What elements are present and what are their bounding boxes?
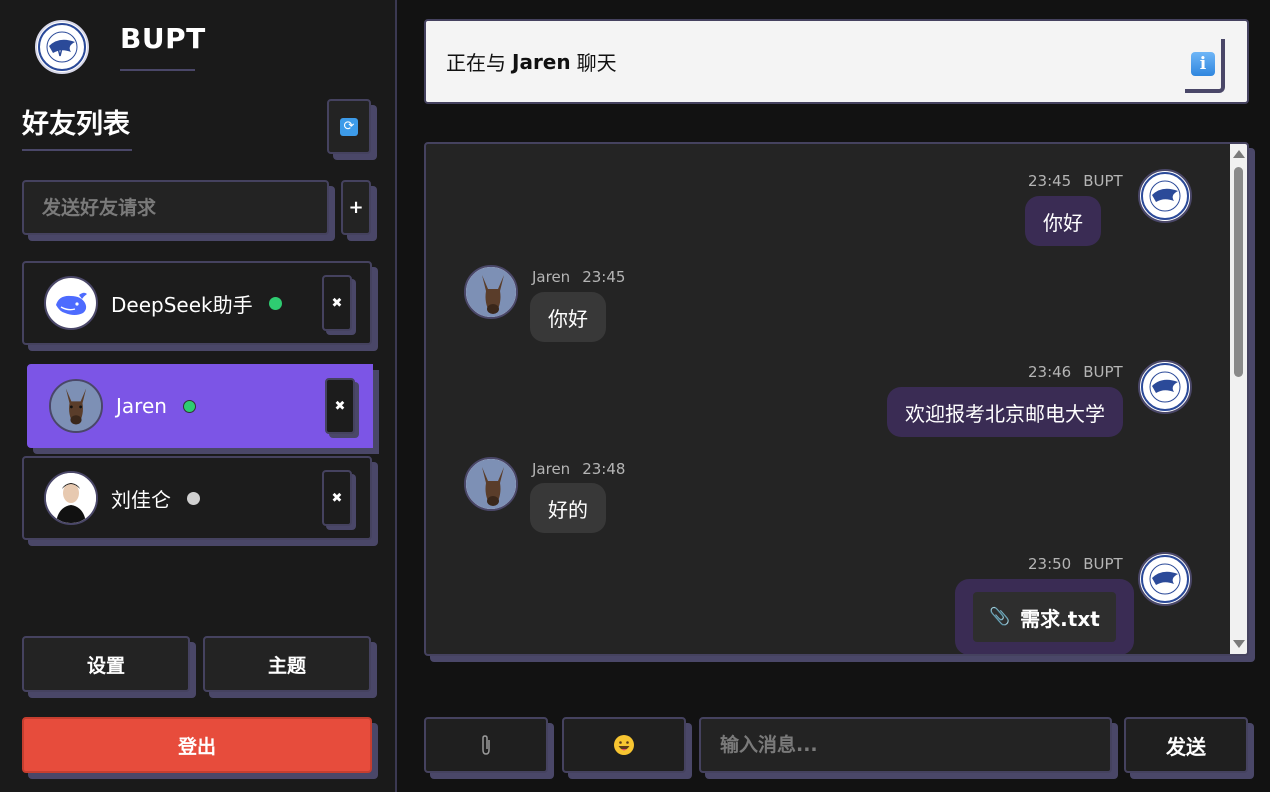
bupt-emblem-icon: [1141, 172, 1189, 220]
message-list[interactable]: 23:45 BUPT 你好 Jaren 23:45 你好 23:46 BUPT 欢迎报…: [424, 142, 1249, 656]
remove-friend-button[interactable]: ✖: [325, 378, 355, 434]
scroll-up-icon[interactable]: [1233, 150, 1245, 158]
scrollbar[interactable]: [1230, 144, 1247, 654]
brand-name: BUPT: [120, 22, 206, 55]
brand-underline: [120, 69, 195, 71]
chat-header-suffix: 聊天: [576, 51, 617, 75]
message-meta: 23:45 BUPT: [1028, 172, 1123, 190]
info-icon: i: [1191, 52, 1215, 76]
attach-file-button[interactable]: [424, 717, 548, 773]
avatar: [1138, 552, 1192, 606]
emoji-button[interactable]: [562, 717, 686, 773]
settings-button[interactable]: 设置: [22, 636, 190, 692]
chat-info-button[interactable]: i: [1185, 39, 1225, 93]
chat-header-name: Jaren: [512, 49, 571, 74]
add-friend-button[interactable]: +: [341, 180, 371, 235]
donkey-avatar-icon: [466, 459, 516, 509]
bupt-emblem-icon: [38, 23, 86, 71]
avatar: [1138, 169, 1192, 223]
message-meta: Jaren 23:48: [532, 460, 626, 478]
online-status-dot: [182, 399, 196, 413]
sidebar: BUPT 好友列表 ⟳ + DeepSeek助手 ✖: [0, 0, 397, 792]
bupt-emblem-icon: [1141, 363, 1189, 411]
refresh-friends-button[interactable]: ⟳: [327, 99, 371, 154]
avatar: [44, 471, 98, 525]
donkey-avatar-icon: [51, 381, 101, 431]
donkey-avatar-icon: [466, 267, 516, 317]
message-bubble: 你好: [1025, 196, 1101, 246]
paperclip-icon: [482, 735, 490, 755]
refresh-icon: ⟳: [340, 117, 358, 136]
theme-button[interactable]: 主题: [203, 636, 371, 692]
paperclip-icon: 📎: [989, 607, 1011, 627]
message-input[interactable]: [699, 717, 1112, 773]
friend-request-input[interactable]: [22, 180, 329, 235]
friend-list-underline: [22, 149, 132, 151]
remove-friend-button[interactable]: ✖: [322, 275, 352, 331]
message-meta: 23:46 BUPT: [1028, 363, 1123, 381]
scroll-thumb[interactable]: [1234, 167, 1243, 377]
message-meta: Jaren 23:45: [532, 268, 626, 286]
bupt-emblem-icon: [1141, 555, 1189, 603]
message-bubble: 欢迎报考北京邮电大学: [887, 387, 1123, 437]
offline-status-dot: [187, 491, 200, 505]
message-bubble: 你好: [530, 292, 606, 342]
message-meta: 23:50 BUPT: [1028, 555, 1123, 573]
friend-name: DeepSeek助手: [111, 292, 253, 317]
avatar: [44, 276, 98, 330]
avatar: [464, 265, 518, 319]
friend-item-liujialun[interactable]: 刘佳仑 ✖: [22, 456, 372, 540]
friend-name: 刘佳仑: [111, 487, 171, 512]
avatar: [464, 457, 518, 511]
send-button[interactable]: 发送: [1124, 717, 1248, 773]
message-bubble: 好的: [530, 483, 606, 533]
avatar: [1138, 360, 1192, 414]
scroll-down-icon[interactable]: [1233, 640, 1245, 648]
file-message-bubble: 📎 需求.txt: [955, 579, 1134, 654]
remove-friend-button[interactable]: ✖: [322, 470, 352, 526]
online-status-dot: [268, 296, 282, 310]
person-avatar-icon: [46, 473, 96, 523]
avatar: [49, 379, 103, 433]
bupt-logo: [35, 20, 89, 74]
file-attachment[interactable]: 📎 需求.txt: [973, 592, 1116, 642]
chat-header: 正在与 Jaren 聊天 i: [424, 19, 1249, 104]
friend-name: Jaren: [116, 394, 167, 418]
file-name: 需求.txt: [1020, 606, 1100, 631]
friend-list-title: 好友列表: [22, 109, 130, 140]
friend-item-deepseek[interactable]: DeepSeek助手 ✖: [22, 261, 372, 345]
logout-button[interactable]: 登出: [22, 717, 372, 773]
chat-header-prefix: 正在与: [446, 51, 506, 75]
emoji-icon: [614, 735, 634, 755]
deepseek-whale-icon: [56, 292, 87, 315]
friend-item-jaren[interactable]: Jaren ✖: [27, 364, 373, 448]
